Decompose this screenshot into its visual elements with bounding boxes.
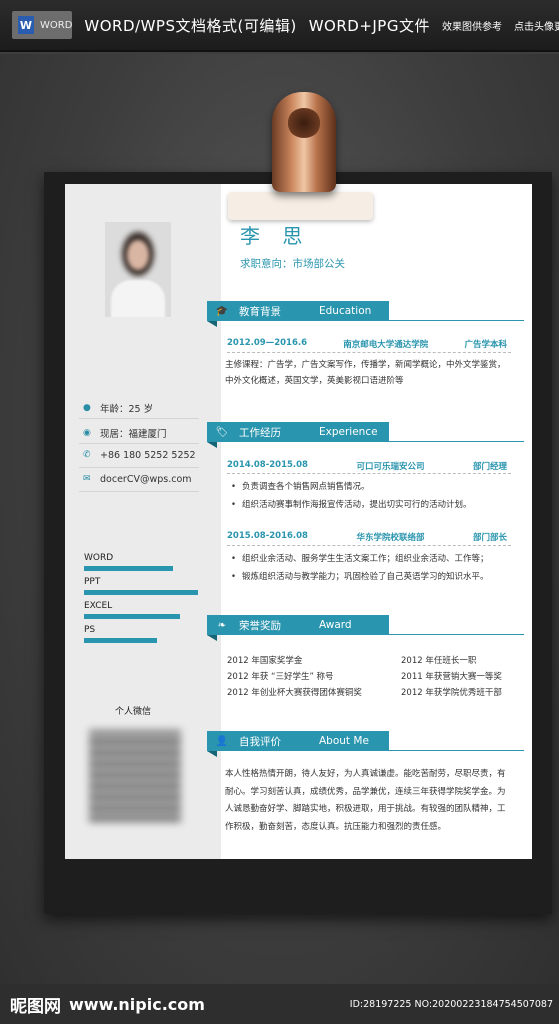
section-rule — [389, 634, 524, 635]
section-rule — [389, 441, 524, 442]
leaf-icon: ❧ — [217, 619, 227, 631]
award-item: 2012 年创业杯大赛获得团体赛铜奖 — [227, 688, 362, 698]
banner-right-hint[interactable]: 点击头像更多 — [514, 18, 559, 33]
divider — [79, 467, 199, 468]
info-phone-text: +86 180 5252 5252 — [100, 450, 196, 461]
job-role: 部门经理 — [472, 462, 507, 472]
site-url[interactable]: www.nipic.com — [69, 995, 205, 1014]
info-email: ✉ docerCV@wps.com — [83, 474, 192, 485]
skill-bar — [84, 638, 157, 643]
graduation-cap-icon: 🎓 — [215, 305, 229, 317]
about-text: 本人性格热情开朗，待人友好，为人真诚谦虚。能吃苦耐劳，尽职尽责，有 耐心。学习刻… — [225, 766, 517, 836]
job-period: 2015.08-2016.08 — [227, 531, 308, 541]
education-school: 南京邮电大学通达学院 — [343, 340, 429, 350]
info-email-text: docerCV@wps.com — [100, 474, 192, 485]
divider — [79, 443, 199, 444]
word-badge: W WORD — [12, 11, 73, 39]
job-intent: 求职意向：市场部公关 — [240, 258, 345, 270]
job-bullet: 组织活动赛事制作海报宣传活动，提出切实可行的活动计划。 — [231, 498, 472, 510]
image-id: ID:28197225 NO:20200223184754507087 — [349, 998, 553, 1010]
education-row: 2012.09—2016.6 南京邮电大学通达学院 广告学本科 — [227, 338, 507, 350]
banner-note: 效果图供参考 — [441, 21, 502, 33]
dashed-divider — [227, 545, 511, 546]
info-phone: ✆ +86 180 5252 5252 — [83, 450, 196, 461]
section-title-en: Experience — [319, 426, 378, 438]
divider — [79, 418, 199, 419]
info-age: ● 年龄：25 岁 — [83, 401, 153, 415]
skill-label: PS — [84, 625, 96, 635]
resume-paper: ● 年龄：25 岁 ◉ 现居：福建厦门 ✆ +86 180 5252 5252 … — [65, 184, 532, 859]
info-location-text: 现居：福建厦门 — [100, 429, 167, 440]
dashed-divider — [227, 352, 511, 353]
section-header-education: 🎓 教育背景 Education — [207, 301, 389, 327]
clip-base — [228, 192, 373, 220]
section-header-experience: 🏷 工作经历 Experience — [207, 422, 389, 448]
skill-label: PPT — [84, 577, 101, 587]
award-item: 2012 年任班长一职 — [401, 656, 477, 666]
tag-icon: 🏷 — [215, 426, 229, 438]
dashed-divider — [227, 473, 511, 474]
job-row: 2015.08-2016.08 华东学院校联络部 部门部长 — [227, 531, 507, 543]
section-title-en: Education — [319, 305, 372, 317]
binder-clip — [272, 92, 336, 192]
profile-photo — [105, 222, 171, 317]
about-line: 作积极，勤奋刻苦，态度认真。抗压能力和强烈的责任感。 — [225, 821, 447, 832]
job-row: 2014.08-2015.08 可口可乐瑞安公司 部门经理 — [227, 460, 507, 472]
resume-name: 李 思 — [240, 224, 311, 248]
courses-line: 中外文化概述，英国文学，英美影视口语进阶等 — [225, 376, 404, 386]
job-bullet: 锻炼组织活动与教学能力；巩固检验了自己英语学习的知识水平。 — [231, 570, 489, 582]
education-period: 2012.09—2016.6 — [227, 338, 308, 348]
section-rule — [389, 320, 524, 321]
job-company: 华东学院校联络部 — [356, 533, 425, 543]
job-bullet: 组织业余活动、服务学生生活文案工作；组织业余活动、工作等； — [231, 552, 489, 564]
watermark-footer: 昵图网 www.nipic.com ID:28197225 NO:2020022… — [0, 984, 559, 1024]
award-item: 2011 年获营销大赛一等奖 — [401, 672, 502, 682]
clip-hole — [287, 108, 321, 138]
job-company: 可口可乐瑞安公司 — [356, 462, 425, 472]
section-title-cn: 工作经历 — [239, 426, 281, 439]
award-item: 2012 年获 “三好学生” 称号 — [227, 672, 334, 682]
award-item: 2012 年国家奖学金 — [227, 656, 303, 666]
banner-file-type: WORD+JPG文件 — [308, 16, 430, 35]
section-title-cn: 教育背景 — [239, 305, 281, 318]
section-title-cn: 荣誉奖励 — [239, 619, 281, 632]
about-line: 人诚恳勤奋好学、脚踏实地，积极进取，用于挑战。有较强的团队精神，工 — [225, 804, 506, 814]
word-file-icon: W — [18, 16, 34, 34]
person-icon: 👤 — [215, 735, 229, 747]
site-logo: 昵图网 — [10, 996, 61, 1017]
banner-title: WORD/WPS文档格式(可编辑) — [84, 16, 297, 35]
section-header-about: 👤 自我评价 About Me — [207, 731, 389, 757]
education-major: 广告学本科 — [464, 340, 507, 350]
job-period: 2014.08-2015.08 — [227, 460, 308, 470]
divider — [79, 491, 199, 492]
location-icon: ◉ — [83, 427, 91, 438]
wechat-qr-code — [89, 730, 181, 822]
skill-bar — [84, 566, 173, 571]
skill-label: EXCEL — [84, 601, 113, 611]
section-title-en: Award — [319, 619, 352, 631]
courses-line: 主修课程：广告学，广告文案写作，传播学，新闻学概论，中外文学鉴赏， — [225, 360, 506, 370]
job-bullet: 负责调查各个销售网点销售情况。 — [231, 480, 370, 492]
top-banner: W WORD WORD/WPS文档格式(可编辑) WORD+JPG文件 效果图供… — [0, 0, 559, 52]
left-column: ● 年龄：25 岁 ◉ 现居：福建厦门 ✆ +86 180 5252 5252 … — [65, 184, 221, 859]
skill-bar — [84, 590, 198, 595]
info-location: ◉ 现居：福建厦门 — [83, 426, 167, 440]
about-line: 本人性格热情开朗，待人友好，为人真诚谦虚。能吃苦耐劳，尽职尽责，有 — [225, 769, 506, 779]
section-title-cn: 自我评价 — [239, 735, 281, 748]
mail-icon: ✉ — [83, 474, 91, 484]
award-item: 2012 年获学院优秀班干部 — [401, 688, 502, 698]
info-age-text: 年龄：25 岁 — [100, 404, 154, 415]
job-role: 部门部长 — [472, 533, 507, 543]
wechat-label: 个人微信 — [114, 707, 151, 717]
section-title-en: About Me — [319, 735, 369, 747]
education-courses: 主修课程：广告学，广告文案写作，传播学，新闻学概论，中外文学鉴赏， 中外文化概述… — [225, 357, 517, 389]
section-header-awards: ❧ 荣誉奖励 Award — [207, 615, 389, 641]
section-rule — [389, 750, 524, 751]
skill-label: WORD — [84, 553, 114, 563]
skill-bar — [84, 614, 180, 619]
phone-icon: ✆ — [83, 450, 91, 460]
about-line: 耐心。学习刻苦认真，成绩优秀，品学兼优，连续三年获得学院奖学金。为 — [225, 786, 506, 797]
word-badge-label: WORD — [40, 19, 73, 31]
user-icon: ● — [83, 402, 91, 413]
